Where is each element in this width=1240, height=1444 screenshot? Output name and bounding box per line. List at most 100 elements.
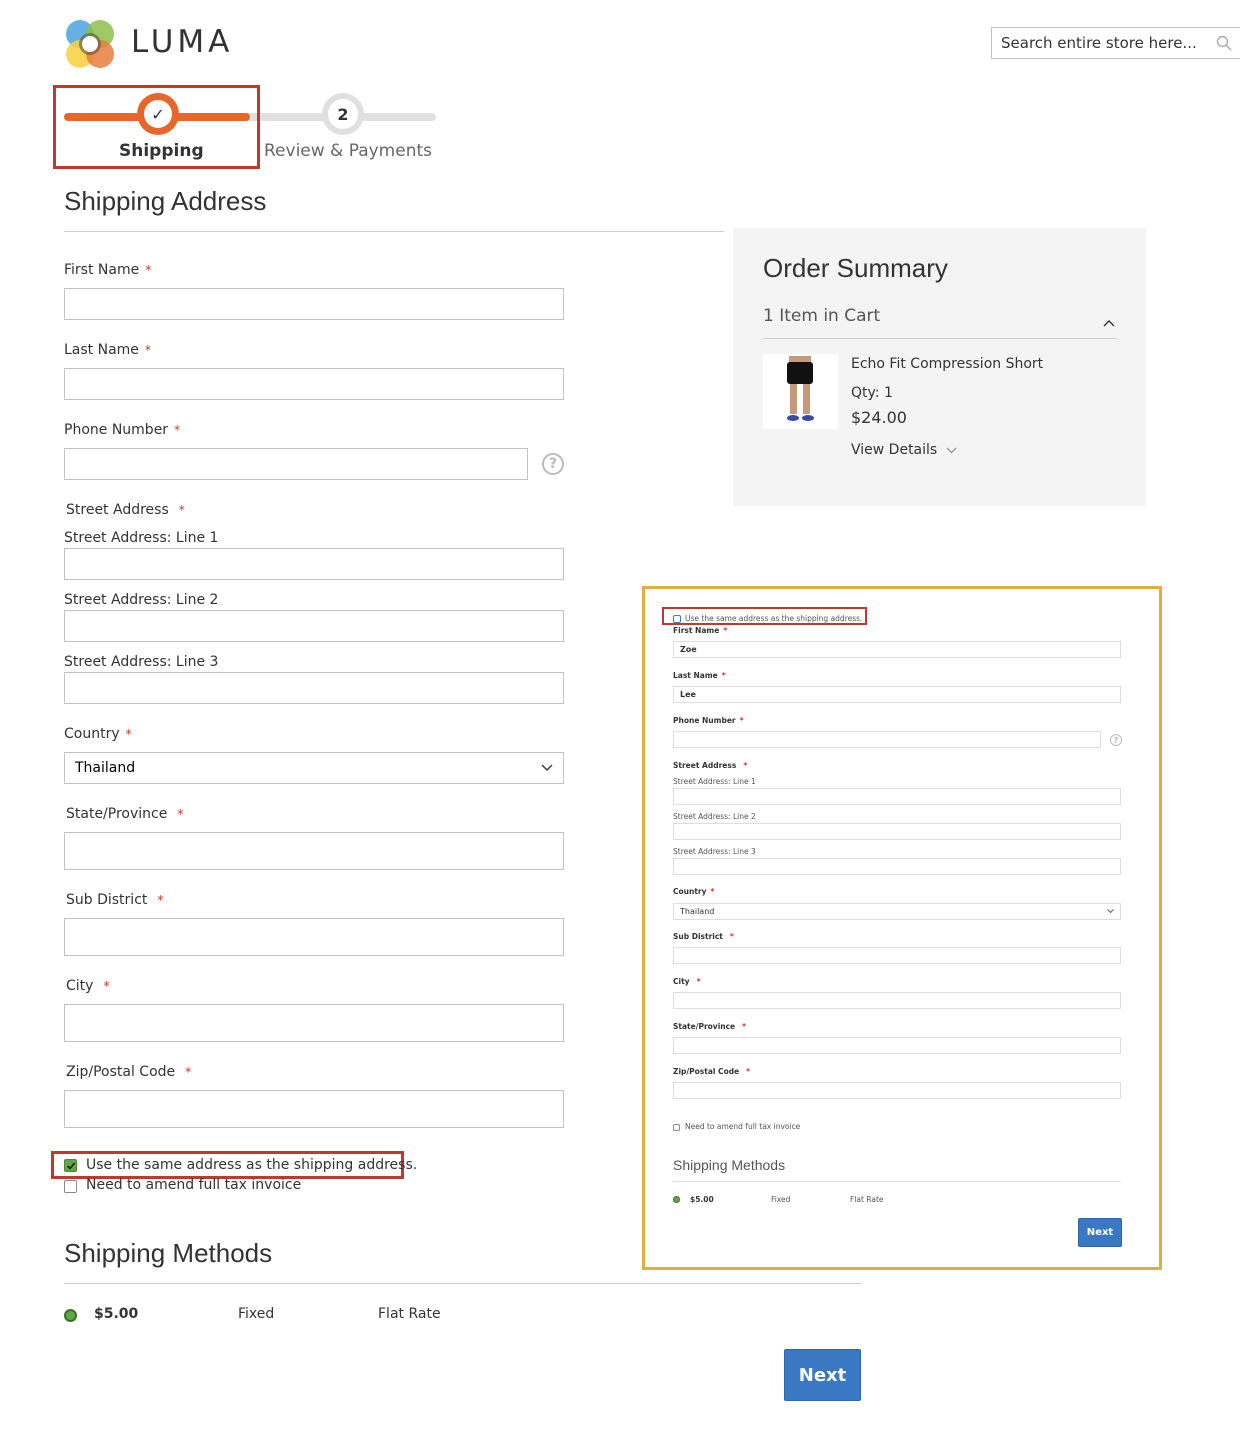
inset-city-field[interactable] (673, 992, 1121, 1009)
title-divider (64, 231, 724, 232)
search-icon[interactable] (1216, 35, 1232, 51)
inset-tax-invoice-checkbox[interactable] (673, 1124, 680, 1131)
inset-tax-invoice-label: Need to amend full tax invoice (685, 1122, 801, 1131)
inset-flat-rate-radio (673, 1196, 680, 1203)
street-line1-input[interactable] (65, 549, 563, 579)
inset-shipping-methods-title: Shipping Methods (673, 1157, 786, 1173)
inset-street1-label: Street Address: Line 1 (673, 777, 756, 786)
zip-label: Zip/Postal Code * (66, 1064, 192, 1080)
country-select[interactable]: Thailand (64, 752, 564, 784)
street-line3-field[interactable] (64, 672, 564, 704)
inset-help-icon: ? (1110, 734, 1122, 746)
chevron-up-icon[interactable] (1103, 312, 1115, 331)
next-button[interactable]: Next (784, 1349, 861, 1401)
last-name-input[interactable] (65, 369, 563, 399)
last-name-field[interactable] (64, 368, 564, 400)
chevron-down-icon (1107, 909, 1114, 914)
inset-next-button: Next (1078, 1218, 1122, 1247)
phone-label: Phone Number * (64, 422, 181, 438)
order-summary-title: Order Summary (763, 253, 948, 283)
step-review-marker: 2 (322, 93, 364, 135)
reference-inset-panel: Use the same address as the shipping add… (642, 586, 1162, 1270)
last-name-label: Last Name * (64, 342, 151, 358)
items-count-label: 1 Item in Cart (763, 306, 881, 326)
street-address-label: Street Address * (66, 502, 185, 518)
product-price: $24.00 (851, 408, 907, 427)
city-label: City * (66, 978, 110, 994)
product-name: Echo Fit Compression Short (851, 356, 1044, 372)
product-image[interactable] (763, 354, 838, 429)
tax-invoice-label[interactable]: Need to amend full tax invoice (86, 1177, 301, 1193)
street-line3-input[interactable] (65, 673, 563, 703)
inset-same-address-label: Use the same address as the shipping add… (685, 614, 863, 623)
inset-street3-field[interactable] (673, 858, 1121, 875)
city-field[interactable] (64, 1004, 564, 1042)
inset-zip-field[interactable] (673, 1082, 1121, 1099)
inset-method-carrier: Flat Rate (850, 1195, 884, 1204)
view-details-toggle[interactable]: View Details (851, 442, 957, 458)
sub-district-label: Sub District * (66, 892, 164, 908)
search-box[interactable] (991, 27, 1240, 59)
zip-input[interactable] (65, 1091, 563, 1127)
sub-district-input[interactable] (65, 919, 563, 955)
order-summary-panel: Order Summary 1 Item in Cart Echo Fit Co… (733, 228, 1146, 506)
step-number: 2 (337, 104, 349, 124)
help-icon[interactable]: ? (542, 453, 564, 475)
inset-street1-field[interactable] (673, 788, 1121, 805)
phone-input[interactable] (65, 449, 527, 479)
zip-field[interactable] (64, 1090, 564, 1128)
inset-phone-label: Phone Number * (673, 716, 744, 725)
street-line3-label: Street Address: Line 3 (64, 654, 219, 670)
state-label: State/Province * (66, 806, 184, 822)
first-name-label: First Name * (64, 262, 152, 278)
inset-city-label: City * (673, 977, 701, 986)
phone-field[interactable] (64, 448, 528, 480)
street-line1-label: Street Address: Line 1 (64, 530, 219, 546)
chevron-down-icon (541, 760, 553, 776)
inset-street2-field[interactable] (673, 823, 1121, 840)
street-line1-field[interactable] (64, 548, 564, 580)
inset-street2-label: Street Address: Line 2 (673, 812, 756, 821)
inset-method-name: Fixed (771, 1195, 791, 1204)
shipping-address-title: Shipping Address (64, 186, 267, 216)
items-in-cart-toggle[interactable]: 1 Item in Cart (763, 306, 1117, 338)
country-label: Country * (64, 726, 132, 742)
country-value: Thailand (75, 760, 136, 776)
brand-name: LUMA (131, 24, 234, 60)
inset-zip-label: Zip/Postal Code * (673, 1067, 751, 1076)
inset-first-name-field[interactable]: Zoe (673, 641, 1121, 658)
inset-sub-district-label: Sub District * (673, 932, 734, 941)
inset-phone-field[interactable] (673, 731, 1101, 748)
street-line2-input[interactable] (65, 611, 563, 641)
methods-divider (64, 1283, 861, 1284)
inset-country-label: Country * (673, 887, 715, 896)
same-address-label[interactable]: Use the same address as the shipping add… (86, 1157, 417, 1173)
luma-logo-icon[interactable] (64, 18, 116, 70)
inset-same-address-checkbox[interactable] (673, 615, 681, 623)
inset-method-price: $5.00 (690, 1195, 714, 1204)
inset-last-name-label: Last Name * (673, 671, 726, 680)
sub-district-field[interactable] (64, 918, 564, 956)
inset-methods-divider (673, 1181, 1121, 1182)
inset-state-label: State/Province * (673, 1022, 747, 1031)
city-input[interactable] (65, 1005, 563, 1041)
step-review-label[interactable]: Review & Payments (264, 141, 432, 161)
same-address-checkbox[interactable] (64, 1159, 77, 1172)
street-line2-label: Street Address: Line 2 (64, 592, 219, 608)
highlight-box-shipping-step (53, 85, 260, 169)
inset-sub-district-field[interactable] (673, 947, 1121, 964)
tax-invoice-checkbox[interactable] (64, 1180, 77, 1193)
state-field[interactable] (64, 832, 564, 870)
shipping-methods-title: Shipping Methods (64, 1238, 273, 1268)
first-name-input[interactable] (65, 289, 563, 319)
flat-rate-radio[interactable] (64, 1309, 77, 1322)
inset-state-field[interactable] (673, 1037, 1121, 1054)
first-name-field[interactable] (64, 288, 564, 320)
inset-country-select[interactable]: Thailand (673, 903, 1121, 920)
method-carrier: Flat Rate (378, 1306, 441, 1322)
state-input[interactable] (65, 833, 563, 869)
inset-last-name-field[interactable]: Lee (673, 686, 1121, 703)
search-input[interactable] (992, 28, 1212, 58)
method-name: Fixed (238, 1306, 275, 1322)
street-line2-field[interactable] (64, 610, 564, 642)
